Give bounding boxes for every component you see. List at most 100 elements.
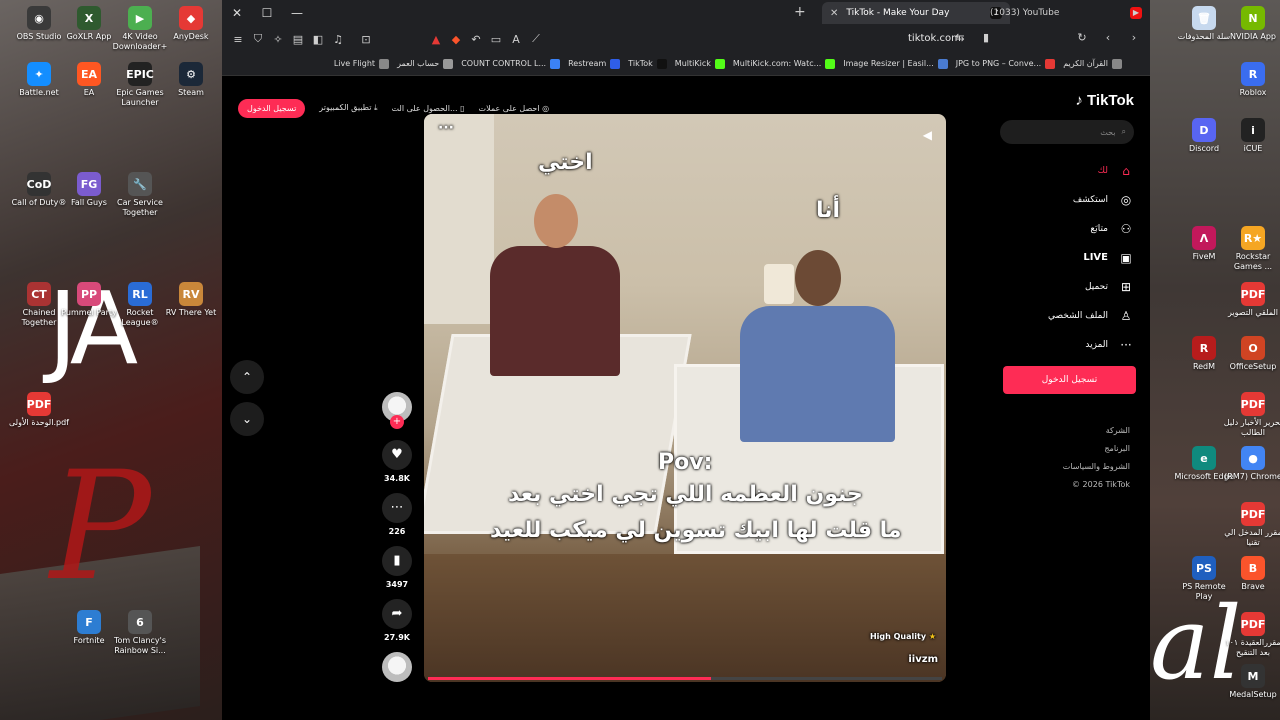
desktop-icon[interactable]: ⚙ Steam [160, 62, 222, 98]
search-input[interactable]: بحث ⌕ [1000, 120, 1134, 144]
desktop-icon[interactable]: PDF تحرير الأخبار دليل الطالب [1222, 392, 1280, 438]
save-button[interactable]: ▮ [382, 546, 412, 576]
next-video-button[interactable]: ⌄ [230, 402, 264, 436]
bookmark-item[interactable]: حساب العمر [397, 58, 454, 69]
desktop-icon[interactable]: M MedalSetup [1222, 664, 1280, 700]
bookmark-item[interactable]: COUNT CONTROL L... [461, 58, 561, 69]
bookmark-item[interactable]: JPG to PNG – Conve... [956, 58, 1056, 69]
undo-icon[interactable]: ↶ [466, 33, 486, 46]
desktop-icon[interactable]: PDF الملقي التصوير [1222, 282, 1280, 318]
footer-link[interactable]: الشروط والسياسات [1063, 458, 1130, 476]
comment-icon: ⋯ [390, 500, 404, 515]
volume-icon[interactable]: ◀ [923, 128, 932, 142]
menu-icon[interactable]: ≡ [228, 33, 248, 46]
sidebar-item[interactable]: استكشف ◎ [1000, 185, 1134, 214]
sidebar-icon[interactable]: ◧ [308, 33, 328, 46]
bookmark-item[interactable]: MultiKick.com: Watc... [733, 58, 836, 69]
desktop-icon-label: Tom Clancy's Rainbow Si... [113, 636, 167, 655]
forward-icon[interactable]: › [1124, 31, 1144, 44]
app-icon: PDF [1241, 392, 1265, 416]
site-settings-icon[interactable]: ⇆ [950, 31, 970, 44]
reload-icon[interactable]: ↻ [1072, 31, 1092, 44]
video-player[interactable]: ··· ◀ اختي أنا Pov: جنون العظمه اللي تجي… [424, 114, 946, 682]
minimize-window-button[interactable]: — [282, 6, 312, 20]
bookmark-item[interactable]: Image Resizer | Easil... [843, 58, 948, 69]
sidebar-item[interactable]: متابَع ⚇ [1000, 214, 1134, 243]
app-icon: R [1241, 62, 1265, 86]
close-tab-icon[interactable]: ✕ [830, 8, 838, 19]
extensions-icon[interactable]: ✧ [268, 33, 288, 46]
desktop-icon[interactable]: N NVIDIA App [1222, 6, 1280, 42]
leo-icon[interactable]: ⟋ [526, 32, 546, 46]
creator-avatar[interactable]: + [382, 392, 412, 429]
back-icon[interactable]: ‹ [1098, 31, 1118, 44]
app-icon: 6 [128, 610, 152, 634]
video-progress-bar[interactable] [428, 677, 942, 680]
coins-link[interactable]: احصل على عملات ◎ [479, 104, 550, 113]
quality-badge: High Quality ★ [870, 632, 936, 641]
sidebar-item-icon: ··· [1120, 337, 1132, 352]
bookmark-item[interactable]: TikTok [628, 58, 667, 69]
sidebar-item-label: استكشف [1072, 194, 1108, 205]
sound-avatar[interactable] [382, 652, 412, 682]
app-icon: PDF [1241, 612, 1265, 636]
tiktok-logo[interactable]: ♪ TikTok [1075, 92, 1134, 109]
desktop-icon[interactable]: O OfficeSetup [1222, 336, 1280, 372]
desktop-icon[interactable]: R Roblox [1222, 62, 1280, 98]
get-app-link[interactable]: الحصول على الت... ▯ [392, 104, 465, 113]
desktop-icon[interactable]: ◆ AnyDesk [160, 6, 222, 42]
desktop-icon[interactable]: ● (RM7) Chrome [1222, 446, 1280, 482]
desktop-icon[interactable]: 6 Tom Clancy's Rainbow Si... [109, 610, 171, 656]
desktop-icon[interactable]: PDF الوحدة الأولى.pdf [8, 392, 70, 428]
share-icon: ➦ [391, 606, 403, 621]
desktop-icon[interactable]: PDF مقرر المدخل الي تقنيا [1222, 502, 1280, 548]
desktop-icon-label: NVIDIA App [1230, 32, 1276, 41]
desktop-icon[interactable]: R★ Rockstar Games ... [1222, 226, 1280, 272]
new-tab-button[interactable]: + [794, 4, 806, 20]
follow-plus-icon[interactable]: + [390, 415, 404, 429]
music-icon[interactable]: ♫ [328, 33, 348, 46]
app-icon: M [1241, 664, 1265, 688]
translate-icon[interactable]: A [506, 33, 526, 46]
sidebar-item[interactable]: LIVE ▣ [1000, 243, 1134, 272]
like-button[interactable]: ♥ [382, 440, 412, 470]
sidebar-item[interactable]: المزيد ··· [1000, 330, 1134, 359]
triangle-icon[interactable]: ▲ [426, 33, 446, 46]
bookmark-item[interactable]: Restream [568, 58, 621, 69]
sidebar-login-button[interactable]: تسجيل الدخول [1003, 366, 1136, 394]
previous-video-button[interactable]: ⌃ [230, 360, 264, 394]
sidebar-item[interactable]: الملف الشخصي ♙ [1000, 301, 1134, 330]
maximize-window-button[interactable]: ☐ [252, 6, 282, 20]
video-username[interactable]: iivzm [908, 654, 938, 665]
desktop-icon-label: تحرير الأخبار دليل الطالب [1223, 418, 1280, 437]
bookmark-icon[interactable]: ▮ [976, 31, 996, 44]
footer-link[interactable]: © 2026 TikTok [1063, 476, 1130, 494]
bookmark-item[interactable]: Live Flight [334, 58, 390, 69]
footer-link[interactable]: البرنامج [1063, 440, 1130, 458]
desktop-icon[interactable]: i iCUE [1222, 118, 1280, 154]
tab-title: (1033) YouTube [990, 8, 1060, 18]
tabs-icon[interactable]: ▤ [288, 33, 308, 46]
top-login-button[interactable]: تسجيل الدخول [238, 98, 306, 118]
sidebar-item[interactable]: تحميل ⊞ [1000, 272, 1134, 301]
sidebar-item-icon: ▣ [1120, 250, 1132, 265]
cast-icon[interactable]: ▭ [486, 33, 506, 46]
shield-icon[interactable]: ⛉ [248, 32, 268, 46]
sidebar-item[interactable]: لك ⌂ [1000, 156, 1134, 185]
pc-app-link[interactable]: تطبيق الكمبيوتر ⤓ [319, 103, 377, 113]
bookmark-item[interactable]: القرآن الكريم [1063, 58, 1122, 69]
desktop-icon[interactable]: B Brave [1222, 556, 1280, 592]
bookmark-favicon-icon [825, 58, 836, 69]
video-more-icon[interactable]: ··· [438, 120, 454, 136]
desktop-icon[interactable]: RV RV There Yet [160, 282, 222, 318]
desktop-icon[interactable]: PDF مقررالعقيدة ١٠١ بعد التنقيح [1222, 612, 1280, 658]
footer-link[interactable]: الشركة [1063, 422, 1130, 440]
brave-shield-icon[interactable]: ◆ [446, 33, 466, 46]
desktop-icon[interactable]: 🔧 Car Service Together [109, 172, 171, 218]
share-button[interactable]: ➦ [382, 599, 412, 629]
tab-youtube[interactable]: (1033) YouTube ▶ [982, 2, 1150, 24]
bookmark-item[interactable]: MultiKick [675, 58, 725, 69]
close-window-button[interactable]: ✕ [222, 6, 252, 20]
comment-button[interactable]: ⋯ [382, 493, 412, 523]
screenshot-icon[interactable]: ⊡ [356, 33, 376, 46]
